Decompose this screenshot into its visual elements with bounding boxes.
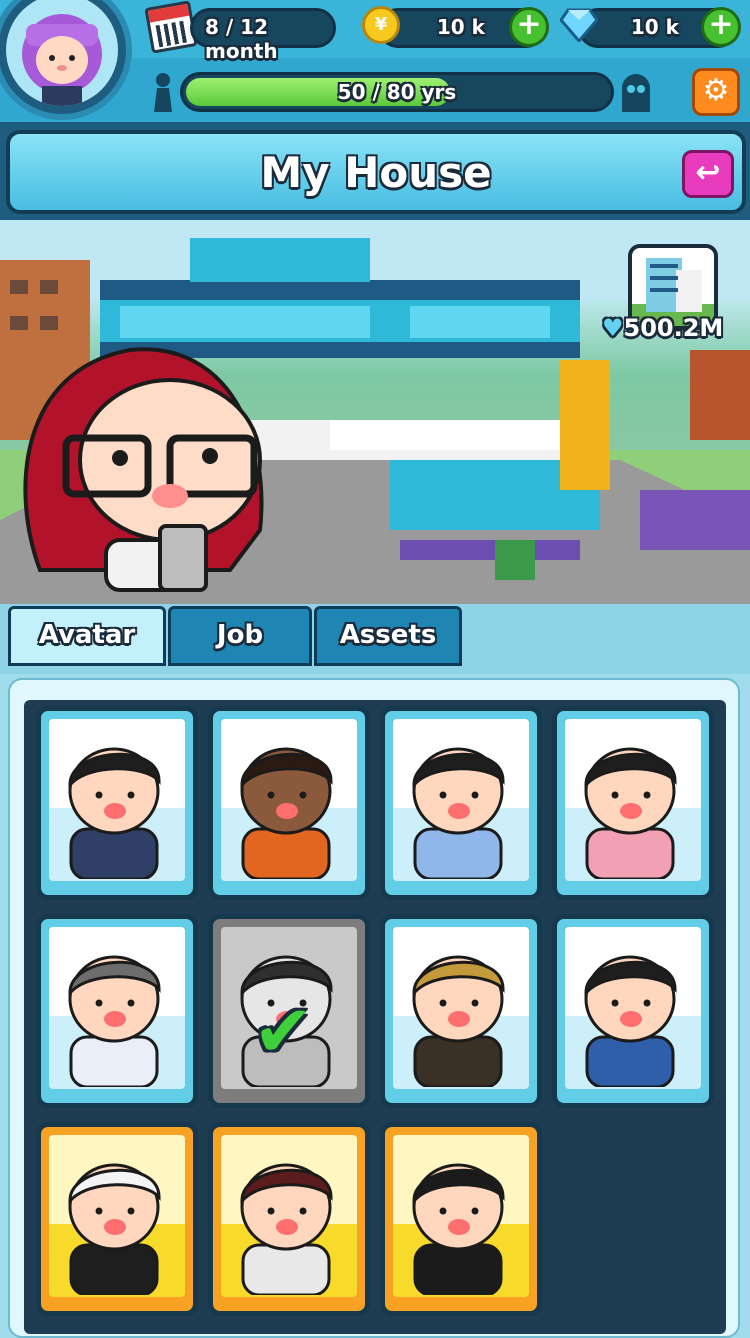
tab-assets[interactable]: Assets [314, 606, 462, 666]
gear-icon: ⚙ [702, 73, 730, 108]
age-progress-text: 50 / 80 yrs [337, 80, 457, 104]
chef-character-icon [240, 1163, 333, 1295]
title-panel: My House ↩ [6, 130, 746, 214]
asset-value-label: ♥500.2M [602, 314, 723, 342]
player-avatar-portrait [6, 0, 118, 106]
top-hud: 8 / 12 month 10 k + ¥ 10 k + 50 / 80 yrs… [0, 0, 750, 122]
tab-avatar[interactable]: Avatar [8, 606, 166, 666]
coin-counter: 10 k + [378, 7, 549, 48]
carpenter-character-icon [412, 955, 505, 1087]
man-blue-shirt-character-icon [412, 747, 505, 879]
age-progress-bar: 50 / 80 yrs [180, 72, 614, 112]
title-bar: My House ↩ [0, 122, 750, 220]
avatar-card-red-haired-woman[interactable]: ✔ [208, 914, 370, 1108]
avatar-card-photographer[interactable] [552, 914, 714, 1108]
scientist-character-icon [68, 1163, 161, 1295]
avatar-grid: ✔ [24, 700, 726, 1334]
coin-icon: ¥ [362, 6, 400, 44]
back-button[interactable]: ↩ [682, 150, 734, 198]
ninja-character-icon [412, 1163, 505, 1295]
selected-check-icon: ✔ [253, 989, 314, 1073]
back-arrow-icon: ↩ [695, 155, 721, 190]
gem-counter: 10 k + [578, 7, 741, 48]
woman-orange-vest-character-icon [240, 747, 333, 879]
red-haired-woman-avatar [23, 347, 264, 592]
avatar-card-welder[interactable] [36, 914, 198, 1108]
heart-gem-icon: ♥ [602, 314, 624, 342]
purple-hair-girl-icon [22, 14, 102, 106]
add-coins-button[interactable]: + [509, 7, 549, 47]
month-counter-text: 8 / 12 month [205, 15, 278, 63]
man-pink-shirt-character-icon [584, 747, 677, 879]
grave-spirit-icon [622, 74, 650, 112]
avatar-card-ninja[interactable] [380, 1122, 542, 1316]
avatar-card-man-pink-shirt[interactable] [552, 706, 714, 900]
asset-value-text: 500.2M [623, 314, 724, 342]
welder-character-icon [68, 955, 161, 1087]
month-counter: 8 / 12 month [190, 8, 336, 63]
page-title: My House [260, 148, 492, 197]
gem-counter-text: 10 k [630, 15, 679, 39]
avatar-card-woman-orange-vest[interactable] [208, 706, 370, 900]
avatar-card-businessman[interactable] [36, 706, 198, 900]
tab-bar: Avatar Job Assets [0, 604, 750, 674]
coin-counter-text: 10 k [436, 15, 485, 39]
avatar-card-scientist[interactable] [36, 1122, 198, 1316]
house-scene: ♥500.2M [0, 220, 750, 604]
avatar-card-carpenter[interactable] [380, 914, 542, 1108]
settings-button[interactable]: ⚙ [692, 68, 740, 116]
diamond-icon [560, 8, 598, 42]
young-person-icon [154, 73, 172, 112]
avatar-card-chef[interactable] [208, 1122, 370, 1316]
tab-job[interactable]: Job [168, 606, 312, 666]
avatar-card-man-blue-shirt[interactable] [380, 706, 542, 900]
add-gems-button[interactable]: + [701, 7, 741, 47]
businessman-character-icon [68, 747, 161, 879]
photographer-character-icon [584, 955, 677, 1087]
